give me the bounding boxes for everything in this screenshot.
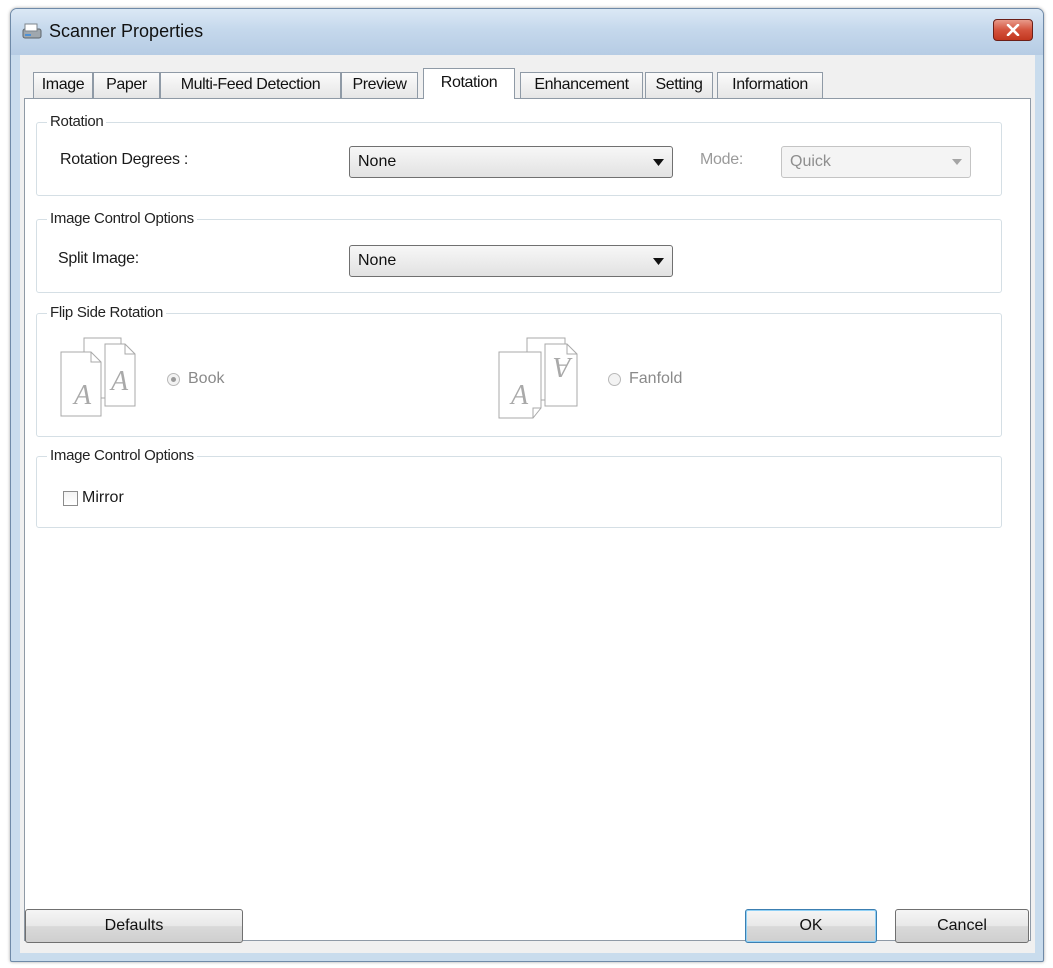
tab-preview[interactable]: Preview [341, 72, 418, 98]
tab-multi-feed-detection[interactable]: Multi-Feed Detection [160, 72, 341, 98]
close-icon [1006, 24, 1020, 36]
chevron-down-icon [653, 258, 664, 265]
split-image-value: None [358, 252, 397, 269]
scanner-icon [22, 23, 42, 39]
mode-dropdown[interactable]: Quick [781, 146, 971, 178]
book-radio[interactable] [167, 372, 180, 386]
image-control-options-mirror-group: Image Control Options Mirror [36, 447, 1002, 528]
rotation-group: Rotation Rotation Degrees : None Mode: Q… [36, 113, 1002, 196]
chevron-down-icon [653, 159, 664, 166]
book-illustration-letter: A [72, 380, 92, 411]
book-pages-icon: A A [60, 337, 136, 417]
fanfold-illustration-letter: A [509, 380, 529, 411]
image-control-options-group: Image Control Options Split Image: None [36, 210, 1002, 293]
split-image-label: Split Image: [58, 250, 139, 267]
cancel-button[interactable]: Cancel [895, 909, 1029, 943]
tab-setting[interactable]: Setting [645, 72, 713, 98]
window-title: Scanner Properties [49, 21, 204, 41]
rotation-tab-panel: Rotation Rotation Degrees : None Mode: Q… [24, 98, 1031, 941]
fanfold-radio[interactable] [608, 372, 621, 386]
mirror-checkbox[interactable] [63, 490, 78, 506]
mode-value: Quick [790, 153, 831, 170]
defaults-button[interactable]: Defaults [25, 909, 243, 943]
mirror-label: Mirror [82, 489, 124, 506]
image-control-options-title: Image Control Options [47, 210, 197, 227]
rotation-group-title: Rotation [47, 113, 107, 130]
rotation-degrees-value: None [358, 153, 397, 170]
fanfold-pages-icon: A A [498, 337, 578, 419]
image-control-options-mirror-title: Image Control Options [47, 447, 197, 464]
ok-button[interactable]: OK [745, 909, 877, 943]
chevron-down-icon [952, 159, 962, 165]
mirror-option[interactable]: Mirror [63, 489, 124, 507]
mode-label: Mode: [700, 151, 743, 168]
rotation-degrees-dropdown[interactable]: None [349, 146, 673, 178]
scanner-properties-window: Scanner Properties Image Paper Multi-Fee… [10, 8, 1044, 962]
flip-side-rotation-group: Flip Side Rotation A A Book A A Fanfold [36, 304, 1002, 437]
book-option[interactable]: Book [167, 370, 224, 388]
fanfold-label: Fanfold [629, 370, 683, 387]
book-label: Book [188, 370, 225, 387]
split-image-dropdown[interactable]: None [349, 245, 673, 277]
book-illustration-letter: A [109, 366, 129, 397]
dialog-client-area: Image Paper Multi-Feed Detection Preview… [20, 55, 1035, 953]
title-bar[interactable]: Scanner Properties [11, 9, 1043, 55]
tab-rotation[interactable]: Rotation [423, 68, 515, 99]
tab-enhancement[interactable]: Enhancement [520, 72, 643, 98]
tab-paper[interactable]: Paper [93, 72, 160, 98]
tab-information[interactable]: Information [717, 72, 823, 98]
fanfold-illustration-letter-flipped: A [553, 351, 573, 382]
rotation-degrees-label: Rotation Degrees : [60, 151, 189, 168]
tab-image[interactable]: Image [33, 72, 93, 98]
tab-strip: Image Paper Multi-Feed Detection Preview… [20, 68, 1035, 99]
fanfold-option[interactable]: Fanfold [608, 370, 682, 388]
close-button[interactable] [993, 19, 1033, 41]
flip-side-rotation-title: Flip Side Rotation [47, 304, 166, 321]
